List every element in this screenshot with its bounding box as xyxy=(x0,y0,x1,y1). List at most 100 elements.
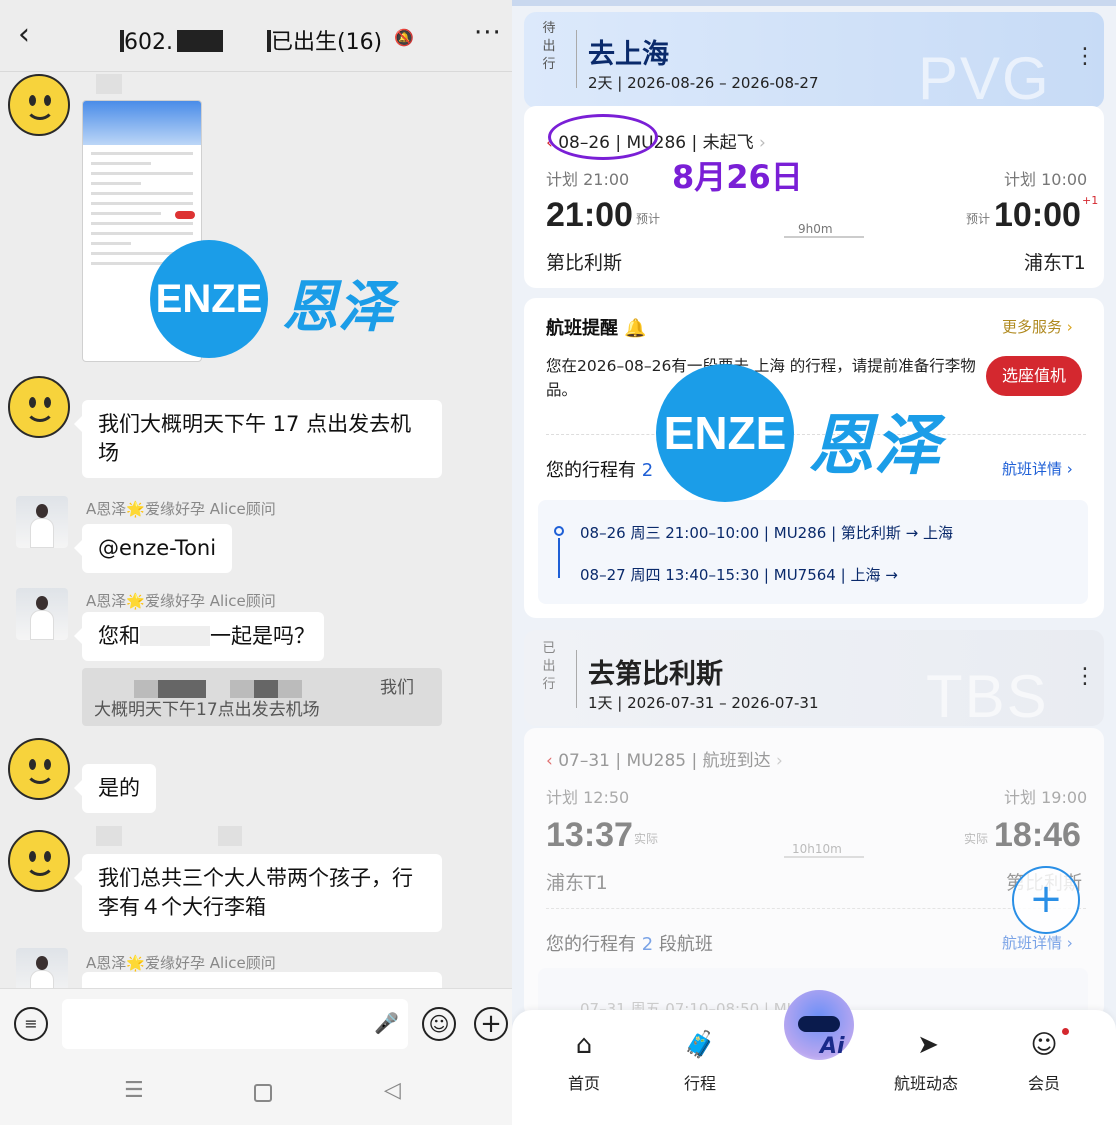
ai-robot-icon[interactable]: Ai xyxy=(784,990,854,1060)
flight-duration: 9h0m xyxy=(798,222,833,236)
segment-item[interactable]: 08–26 周三 21:00–10:00 | MU286 | 第比利斯 → 上海 xyxy=(580,522,953,543)
message-bubble: 我们大概明天下午 17 点出发去机场 xyxy=(74,400,442,478)
segment-line xyxy=(558,538,560,578)
arrival-tag: 实际 xyxy=(964,832,989,846)
system-nav-bar: ☰ ◁ xyxy=(0,1056,512,1125)
avatar[interactable] xyxy=(8,74,70,136)
quote-text-b: 大概明天下午17点出发去机场 xyxy=(94,700,320,720)
trip-title: 去第比利斯 xyxy=(588,659,723,690)
bell-icon: 🔔 xyxy=(624,318,647,339)
segment-dot xyxy=(554,526,564,536)
message-bubble xyxy=(82,972,442,988)
trip-dates: 2天 | 2026-08-26 – 2026-08-27 xyxy=(588,74,819,92)
redacted-block xyxy=(96,74,122,94)
redacted-block xyxy=(96,826,122,846)
avatar[interactable] xyxy=(8,738,70,800)
arrival-time: 10:00 xyxy=(994,196,1081,234)
arrival-planned: 计划 19:00 xyxy=(1004,788,1088,807)
arrival-city: 浦东T1 xyxy=(1024,252,1086,274)
more-icon[interactable]: ⋮ xyxy=(1074,666,1096,688)
airport-watermark: PVG xyxy=(918,45,1051,112)
chat-panel: ‹ 602. 已出生(16) 🔕 ··· ENZE 恩泽 我们大概明天下午 17 … xyxy=(0,0,512,1125)
enze-watermark-text: 恩泽 xyxy=(808,406,940,484)
departure-city: 第比利斯 xyxy=(546,252,623,274)
avatar[interactable] xyxy=(16,496,68,548)
emoji-icon[interactable]: ☺ xyxy=(422,1007,456,1041)
home-square-icon[interactable] xyxy=(254,1084,272,1102)
tab-trips[interactable]: 行程 xyxy=(660,1070,740,1094)
divider xyxy=(546,908,1086,909)
arrival-time: 18:46 xyxy=(994,816,1081,854)
plus-icon[interactable]: + xyxy=(474,1007,508,1041)
chat-title: 602. 已出生(16) xyxy=(120,24,382,56)
avatar[interactable] xyxy=(16,588,68,640)
mic-icon[interactable]: 🎤 xyxy=(374,1011,399,1035)
tab-member[interactable]: 会员 xyxy=(1004,1070,1084,1094)
plus-day: +1 xyxy=(1082,194,1099,207)
sender-name: A恩泽🌟爱缘好孕 Alice顾问 xyxy=(86,592,276,610)
departure-time: 13:37 xyxy=(546,816,633,854)
more-icon[interactable]: ··· xyxy=(474,18,502,48)
flight-duration: 10h10m xyxy=(792,842,842,856)
message-input[interactable]: 🎤 xyxy=(62,999,408,1049)
status-strip xyxy=(512,0,1116,6)
departure-time: 21:00 xyxy=(546,196,633,234)
more-services-link[interactable]: 更多服务 › xyxy=(1002,316,1073,337)
avatar[interactable] xyxy=(8,376,70,438)
segment-item[interactable]: 08–27 周四 13:40–15:30 | MU7564 | 上海 → xyxy=(580,564,898,585)
ai-label: Ai xyxy=(820,1034,845,1059)
enze-watermark-text: 恩泽 xyxy=(282,274,394,340)
flight-line: ‹ 07–31 | MU285 | 航班到达 › xyxy=(546,751,783,771)
divider xyxy=(576,650,577,708)
tab-flight-status[interactable]: 航班动态 xyxy=(886,1070,966,1094)
suitcase-icon[interactable]: 🧳 xyxy=(660,1030,740,1060)
trip-dates: 1天 | 2026-07-31 – 2026-07-31 xyxy=(588,694,819,712)
message-bubble: @enze-Toni xyxy=(73,524,233,573)
arrival-tag: 预计 xyxy=(966,212,991,226)
flight-detail-link[interactable]: 航班详情 › xyxy=(1002,458,1073,479)
back-chevron-icon[interactable]: ‹ xyxy=(18,20,30,50)
chat-header: ‹ 602. 已出生(16) 🔕 ··· xyxy=(0,0,512,72)
annotation-text: 8月26日 xyxy=(672,158,803,196)
checkin-button[interactable]: 选座值机 xyxy=(986,356,1082,396)
input-bar: ≡ 🎤 ☺ + xyxy=(0,988,512,1056)
message-bubble: 是的 xyxy=(74,764,156,813)
arrival-planned: 计划 10:00 xyxy=(1004,170,1088,189)
departure-planned: 计划 21:00 xyxy=(546,170,630,189)
trip-title: 去上海 xyxy=(588,39,669,70)
divider xyxy=(576,30,577,88)
quote-text-a: 我们 xyxy=(380,678,414,698)
back-triangle-icon[interactable]: ◁ xyxy=(384,1078,401,1103)
tab-home[interactable]: 首页 xyxy=(544,1070,624,1094)
add-trip-button[interactable]: + xyxy=(1012,866,1080,934)
route-line xyxy=(784,856,864,858)
trips-panel: 待出行 去上海 2天 | 2026-08-26 – 2026-08-27 PVG… xyxy=(512,0,1116,1125)
avatar[interactable] xyxy=(8,830,70,892)
departure-planned: 计划 12:50 xyxy=(546,788,630,807)
trip-status: 已出行 xyxy=(542,641,556,692)
segment-list xyxy=(538,500,1088,604)
sender-name: A恩泽🌟爱缘好孕 Alice顾问 xyxy=(86,500,276,518)
flight-detail-link[interactable]: 航班详情 › xyxy=(1002,932,1073,953)
annotation-circle xyxy=(548,114,658,160)
menu-icon[interactable]: ☰ xyxy=(124,1078,144,1103)
voice-icon[interactable]: ≡ xyxy=(14,1007,48,1041)
redacted-block xyxy=(218,826,242,846)
segments-summary: 您的行程有 2 xyxy=(546,460,654,481)
plane-arrow-icon[interactable]: ➤ xyxy=(888,1030,968,1060)
trip-status: 待出行 xyxy=(542,21,556,72)
home-icon[interactable]: ⌂ xyxy=(544,1030,624,1060)
quoted-message[interactable]: 我们 大概明天下午17点出发去机场 xyxy=(82,668,442,726)
message-bubble: 我们总共三个大人带两个孩子，行李有４个大行李箱 xyxy=(74,854,442,932)
segments-summary: 您的行程有 2 段航班 xyxy=(546,934,713,955)
route-line xyxy=(784,236,864,238)
notification-dot xyxy=(1062,1028,1069,1035)
more-icon[interactable]: ⋮ xyxy=(1074,46,1096,68)
departure-city: 浦东T1 xyxy=(546,872,608,894)
message-bubble: 您和 一起是吗？ xyxy=(74,612,324,661)
departure-tag: 实际 xyxy=(634,832,659,846)
enze-watermark-badge: ENZE xyxy=(150,240,268,358)
enze-watermark-badge: ENZE xyxy=(656,364,794,502)
member-icon[interactable]: ☺ xyxy=(1004,1030,1084,1060)
reminder-title: 航班提醒 🔔 xyxy=(546,318,647,339)
